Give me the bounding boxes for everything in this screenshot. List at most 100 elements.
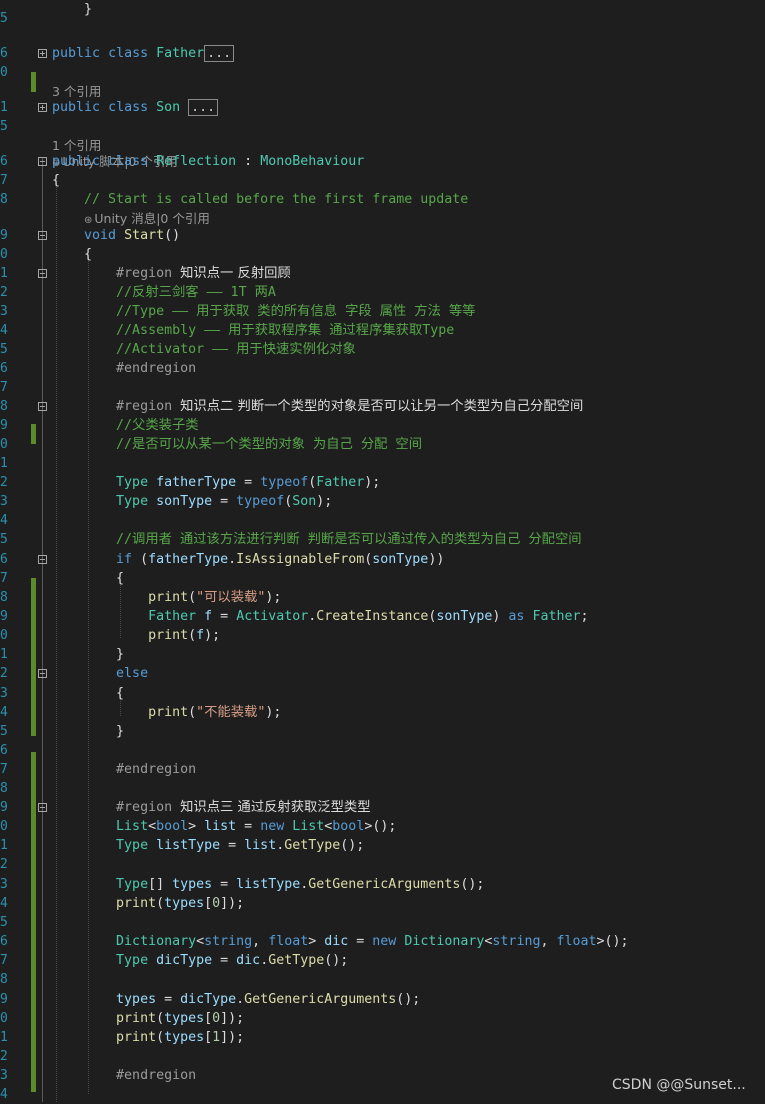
code-line: 0 print(types[0]); bbox=[0, 1009, 765, 1028]
token: ( bbox=[132, 552, 149, 567]
token: types bbox=[164, 896, 205, 911]
expand-icon[interactable] bbox=[38, 103, 47, 112]
code-text: print(types[0]); bbox=[52, 894, 244, 913]
token: { bbox=[52, 571, 125, 586]
token: f bbox=[204, 609, 213, 624]
collapse-icon[interactable] bbox=[38, 803, 47, 812]
collapse-icon[interactable] bbox=[38, 157, 47, 166]
token: types bbox=[164, 1011, 205, 1026]
collapse-icon[interactable] bbox=[38, 555, 47, 564]
code-text: List<bool> list = new List<bool>(); bbox=[52, 817, 396, 836]
code-text: #region 知识点三 通过反射获取泛型类型 bbox=[52, 798, 370, 817]
token: ( bbox=[156, 896, 165, 911]
token: ); bbox=[316, 494, 333, 509]
token: types bbox=[172, 877, 213, 892]
token: Father bbox=[532, 609, 581, 624]
token: [] bbox=[148, 877, 173, 892]
code-text: Type listType = list.GetType(); bbox=[52, 836, 364, 855]
code-line: 9 #region 知识点三 通过反射获取泛型类型 bbox=[0, 798, 765, 817]
code-line: 1 bbox=[0, 454, 765, 473]
token: = bbox=[156, 992, 181, 1007]
token: class bbox=[108, 100, 149, 115]
line-number: 5 bbox=[0, 342, 8, 357]
code-line: 8 #region 知识点二 判断一个类型的对象是否可以让另一个类型为自己分配空… bbox=[0, 397, 765, 416]
code-line: 2 Type fatherType = typeof(Father); bbox=[0, 473, 765, 492]
collapse-icon[interactable] bbox=[38, 231, 47, 240]
code-text: //反射三剑客 —— 1T 两A bbox=[52, 283, 276, 302]
collapsed-region-marker[interactable]: ... bbox=[204, 45, 235, 62]
token: List bbox=[116, 819, 149, 834]
token: dicType bbox=[156, 953, 213, 968]
token: } bbox=[52, 647, 125, 662]
token: Type bbox=[116, 494, 149, 509]
code-text: { bbox=[52, 684, 124, 703]
token: = bbox=[220, 838, 245, 853]
token: float bbox=[556, 934, 597, 949]
code-text: types = dicType.GetGenericArguments(); bbox=[52, 990, 420, 1009]
token: "不能装载" bbox=[196, 705, 266, 720]
line-number: 4 bbox=[0, 705, 8, 720]
collapse-icon[interactable] bbox=[38, 402, 47, 411]
line-number: 0 bbox=[0, 1011, 8, 1026]
line-number: 9 bbox=[0, 228, 8, 243]
code-line: 7 { bbox=[0, 569, 765, 588]
code-text: { bbox=[52, 245, 92, 264]
token: { bbox=[52, 686, 125, 701]
token: //父类装子类 bbox=[52, 418, 199, 433]
token: >(); bbox=[596, 934, 629, 949]
token: ]); bbox=[220, 1011, 245, 1026]
code-text: //Activator —— 用于快速实例化对象 bbox=[52, 340, 356, 359]
token: print bbox=[148, 590, 189, 605]
line-number: 8 bbox=[0, 590, 8, 605]
line-number: 8 bbox=[0, 781, 8, 796]
code-text: void Start() bbox=[52, 226, 180, 245]
token: //是否可以从某一个类型的对象 为自己 分配 空间 bbox=[52, 437, 423, 452]
token: ( bbox=[156, 1011, 165, 1026]
line-number: 4 bbox=[0, 513, 8, 528]
token: GetGenericArguments bbox=[244, 992, 397, 1007]
code-line: } bbox=[0, 0, 765, 19]
code-line: 1 #region 知识点一 反射回顾 bbox=[0, 264, 765, 283]
code-text: print(types[0]); bbox=[52, 1009, 244, 1028]
code-editor[interactable]: 5 6 public class Father... 0 3 个引用 1 public cl… bbox=[0, 0, 765, 1102]
token: = bbox=[236, 819, 261, 834]
code-line: 0 List<bool> list = new List<bool>(); bbox=[0, 817, 765, 836]
token: list bbox=[204, 819, 237, 834]
code-text: #endregion bbox=[52, 359, 196, 378]
token: dicType bbox=[180, 992, 237, 1007]
code-text: print(types[1]); bbox=[52, 1028, 244, 1047]
token: [ bbox=[204, 1030, 213, 1045]
collapse-icon[interactable] bbox=[38, 669, 47, 678]
token: string bbox=[492, 934, 541, 949]
expand-icon[interactable] bbox=[38, 49, 47, 58]
collapsed-region-marker[interactable]: ... bbox=[188, 99, 219, 116]
token: [ bbox=[204, 1011, 213, 1026]
token: ( bbox=[188, 705, 197, 720]
code-line: 9 //父类装子类 bbox=[0, 416, 765, 435]
token: ]); bbox=[220, 896, 245, 911]
token: Type bbox=[116, 838, 149, 853]
token: )) bbox=[428, 552, 445, 567]
code-line: 3 Type sonType = typeof(Son); bbox=[0, 492, 765, 511]
token: print bbox=[148, 628, 189, 643]
token: (); bbox=[460, 877, 485, 892]
line-number: 8 bbox=[0, 192, 8, 207]
token: string bbox=[204, 934, 253, 949]
collapse-icon[interactable] bbox=[38, 269, 47, 278]
code-line: 1 public class Son ... bbox=[0, 98, 765, 117]
code-text: print("不能装载"); bbox=[52, 703, 281, 722]
code-line: 2 else bbox=[0, 664, 765, 683]
line-number: 4 bbox=[0, 896, 8, 911]
token: #endregion bbox=[116, 762, 197, 777]
